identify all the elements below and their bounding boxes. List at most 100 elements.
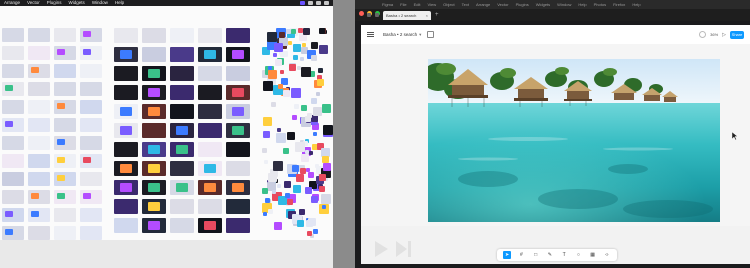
thumbnail-tile[interactable] <box>80 208 102 222</box>
thumbnail-tile[interactable] <box>148 145 160 154</box>
thumbnail-tile[interactable] <box>274 222 282 230</box>
thumbnail-tile[interactable] <box>142 123 166 138</box>
thumbnail-tile[interactable] <box>28 118 50 132</box>
thumbnail-tile[interactable] <box>114 85 138 100</box>
thumbnail-tile[interactable] <box>120 183 132 192</box>
thumbnail-tile[interactable] <box>120 50 132 59</box>
thumbnail-tile[interactable] <box>170 28 194 43</box>
thumbnail-tile[interactable] <box>198 199 222 214</box>
components-icon[interactable]: ▦ <box>589 251 597 259</box>
thumbnail-tile[interactable] <box>148 221 160 230</box>
thumbnail-tile[interactable] <box>83 49 91 55</box>
thumbnail-tile[interactable] <box>226 142 250 157</box>
text-tool-icon[interactable]: T <box>560 251 568 259</box>
thumbnail-tile[interactable] <box>291 88 301 98</box>
thumbnail-tile[interactable] <box>176 145 188 154</box>
thumbnail-tile[interactable] <box>57 175 65 181</box>
thumbnail-tile[interactable] <box>226 199 250 214</box>
thumbnail-tile[interactable] <box>265 198 270 203</box>
thumbnail-tile[interactable] <box>114 66 138 81</box>
thumbnail-tile[interactable] <box>263 131 270 138</box>
thumbnail-tile[interactable] <box>297 220 304 227</box>
thumbnail-tile[interactable] <box>83 193 91 199</box>
thumbnail-tile[interactable] <box>148 202 160 211</box>
thumbnail-tile[interactable] <box>83 157 91 163</box>
tab-document[interactable]: Basha • 2 search × <box>383 11 431 20</box>
thumbnail-tile[interactable] <box>28 46 50 60</box>
thumbnail-tile[interactable] <box>204 221 216 230</box>
panel-toggle-icon[interactable] <box>427 31 435 38</box>
thumbnail-tile[interactable] <box>226 218 250 233</box>
menu-item[interactable]: File <box>400 2 406 7</box>
thumbnail-tile[interactable] <box>283 90 290 97</box>
thumbnail-tile[interactable] <box>295 142 305 152</box>
thumbnail-tile[interactable] <box>54 118 76 132</box>
pen-tool-icon[interactable]: ✎ <box>546 251 554 259</box>
menu-item[interactable]: View <box>427 2 436 7</box>
back-icon[interactable] <box>375 13 379 17</box>
thumbnail-tile[interactable] <box>142 47 166 62</box>
thumbnail-tile[interactable] <box>308 218 316 226</box>
thumbnail-tile[interactable] <box>289 64 296 71</box>
thumbnail-tile[interactable] <box>287 132 295 140</box>
thumbnail-tile[interactable] <box>148 69 160 78</box>
status-icon[interactable] <box>308 1 313 5</box>
thumbnail-tile[interactable] <box>148 164 160 173</box>
thumbnail-tile[interactable] <box>322 104 331 113</box>
thumbnail-tile[interactable] <box>280 70 284 74</box>
thumbnail-tile[interactable] <box>267 32 277 42</box>
thumbnail-tile[interactable] <box>277 128 281 132</box>
menu-item[interactable]: Firefox <box>613 2 625 7</box>
close-window-button[interactable] <box>359 11 364 16</box>
thumbnail-tile[interactable] <box>170 47 194 62</box>
thumbnail-tile[interactable] <box>268 173 277 182</box>
thumbnail-tile[interactable] <box>28 82 50 96</box>
thumbnail-tile[interactable] <box>5 229 13 235</box>
menu-item[interactable]: Help <box>632 2 640 7</box>
lagoon-image[interactable] <box>428 59 720 222</box>
thumbnail-tile[interactable] <box>322 205 326 209</box>
thumbnail-tile[interactable] <box>114 142 138 157</box>
thumbnail-tile[interactable] <box>316 92 320 96</box>
skip-forward-icon[interactable] <box>395 240 413 258</box>
thumbnail-tile[interactable] <box>5 211 13 217</box>
thumbnail-tile[interactable] <box>279 32 285 38</box>
thumbnail-tile[interactable] <box>317 79 324 86</box>
status-icon[interactable] <box>324 1 329 5</box>
avatar[interactable] <box>699 31 707 38</box>
thumbnail-tile[interactable] <box>268 209 273 214</box>
thumbnail-tile[interactable] <box>226 161 250 176</box>
document-title[interactable]: Basha • 2 search <box>383 32 417 37</box>
thumbnail-tile[interactable] <box>308 172 314 178</box>
thumbnail-tile[interactable] <box>57 193 65 199</box>
thumbnail-tile[interactable] <box>301 67 311 77</box>
thumbnail-tile[interactable] <box>176 126 188 135</box>
thumbnail-tile[interactable] <box>54 82 76 96</box>
thumbnail-tile[interactable] <box>2 64 24 78</box>
thumbnail-tile[interactable] <box>198 66 222 81</box>
thumbnail-tile[interactable] <box>170 218 194 233</box>
thumbnail-tile[interactable] <box>83 31 91 37</box>
thumbnail-tile[interactable] <box>288 41 292 45</box>
thumbnail-tile[interactable] <box>57 157 65 163</box>
thumbnail-tile[interactable] <box>321 194 331 204</box>
thumbnail-tile[interactable] <box>28 172 50 186</box>
thumbnail-tile[interactable] <box>198 123 222 138</box>
thumbnail-tile[interactable] <box>204 183 216 192</box>
zoom-level[interactable]: 36% <box>710 32 718 37</box>
thumbnail-tile[interactable] <box>262 148 267 153</box>
editor-canvas[interactable] <box>361 44 750 226</box>
thumbnail-tile[interactable] <box>301 154 309 162</box>
thumbnail-tile[interactable] <box>273 161 283 171</box>
thumbnail-tile[interactable] <box>285 193 290 198</box>
thumbnail-tile[interactable] <box>309 151 313 155</box>
menu-item[interactable]: Plugins <box>516 2 529 7</box>
thumbnail-tile[interactable] <box>319 28 325 34</box>
thumbnail-tile[interactable] <box>28 28 50 42</box>
thumbnail-tile[interactable] <box>263 117 272 126</box>
thumbnail-tile[interactable] <box>291 29 296 34</box>
thumbnail-tile[interactable] <box>28 154 50 168</box>
thumbnail-tile[interactable] <box>2 136 24 150</box>
thumbnail-tile[interactable] <box>54 64 76 78</box>
thumbnail-tile[interactable] <box>120 126 132 135</box>
